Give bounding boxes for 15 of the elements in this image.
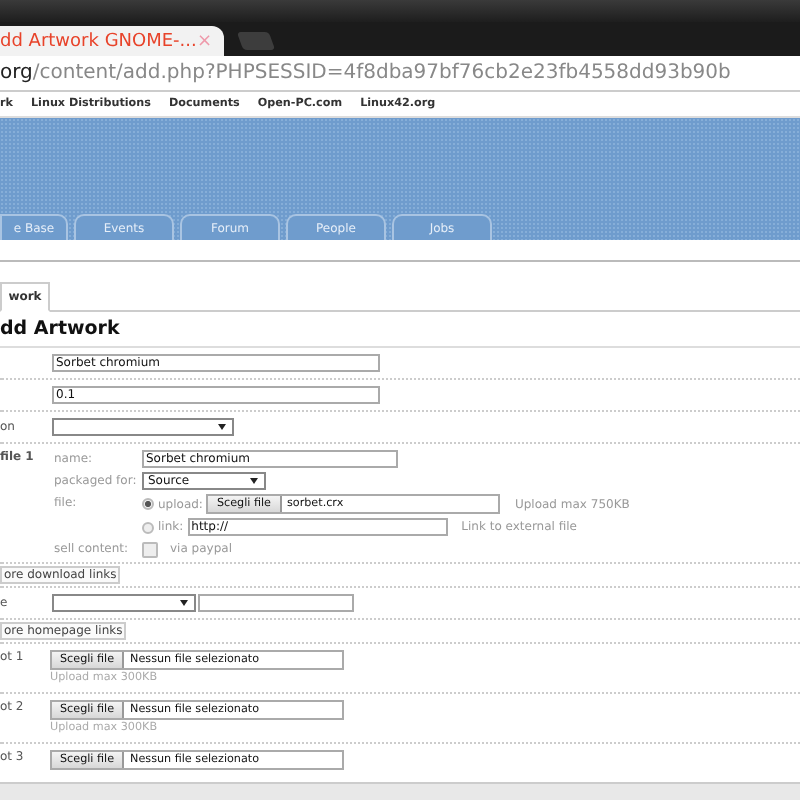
text-field[interactable] <box>198 594 354 612</box>
select-field[interactable] <box>52 594 196 612</box>
radio-button[interactable] <box>142 498 154 510</box>
caret-icon <box>250 478 258 484</box>
checkbox[interactable] <box>142 541 158 557</box>
new-tab-button[interactable] <box>236 32 276 50</box>
select-field[interactable] <box>52 418 234 436</box>
tab-title: dd Artwork GNOME-... <box>0 31 197 51</box>
caret-icon <box>218 424 226 430</box>
radio-button[interactable] <box>142 521 154 533</box>
page-heading: dd Artwork <box>0 312 800 348</box>
address-bar[interactable]: org/content/add.php?PHPSESSID=4f8dba97bf76cb2e23fb4558dd93b90b <box>0 56 800 92</box>
browser-tab[interactable]: dd Artwork GNOME-...× <box>0 26 224 56</box>
horizontal-scrollbar[interactable] <box>0 782 800 800</box>
caret-icon <box>180 600 188 606</box>
